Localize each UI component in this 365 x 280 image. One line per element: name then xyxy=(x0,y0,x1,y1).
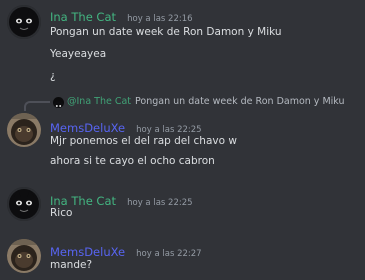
message-text: Yeayeayea xyxy=(50,48,107,60)
reply-preview[interactable]: @Ina The Cat Pongan un date week de Ron D… xyxy=(67,96,345,107)
username[interactable]: MemsDeluXe xyxy=(50,245,125,259)
reply-text: Pongan un date week de Ron Damon y Miku xyxy=(135,96,345,107)
pet-avatar-icon xyxy=(7,113,41,147)
cat-avatar-icon xyxy=(7,187,41,221)
timestamp: hoy a las 22:16 xyxy=(127,14,193,24)
reply-spine xyxy=(24,101,50,111)
cat-avatar-icon xyxy=(7,5,41,39)
avatar-ina-the-cat[interactable] xyxy=(7,5,41,39)
message-text: Pongan un date week de Ron Damon y Miku xyxy=(50,26,282,38)
avatar-memsdeluxe[interactable] xyxy=(7,113,41,147)
reply-author[interactable]: @Ina The Cat xyxy=(67,96,131,107)
timestamp: hoy a las 22:25 xyxy=(127,198,193,208)
message-text: ¿ xyxy=(50,70,56,82)
timestamp: hoy a las 22:25 xyxy=(136,125,202,135)
username[interactable]: Ina The Cat xyxy=(50,10,116,24)
reply-avatar[interactable] xyxy=(53,97,64,108)
cat-mini-icon xyxy=(53,101,64,108)
avatar-memsdeluxe[interactable] xyxy=(7,239,41,273)
username[interactable]: MemsDeluXe xyxy=(50,121,125,135)
message-text: Rico xyxy=(50,207,73,219)
message-text: ahora si te cayo el ocho cabron xyxy=(50,155,215,167)
pet-avatar-icon xyxy=(7,239,41,273)
avatar-ina-the-cat[interactable] xyxy=(7,187,41,221)
message-text: Mjr ponemos el del rap del chavo w xyxy=(50,135,237,147)
username[interactable]: Ina The Cat xyxy=(50,194,116,208)
message-text: mande? xyxy=(50,259,93,271)
timestamp: hoy a las 22:27 xyxy=(136,249,202,259)
